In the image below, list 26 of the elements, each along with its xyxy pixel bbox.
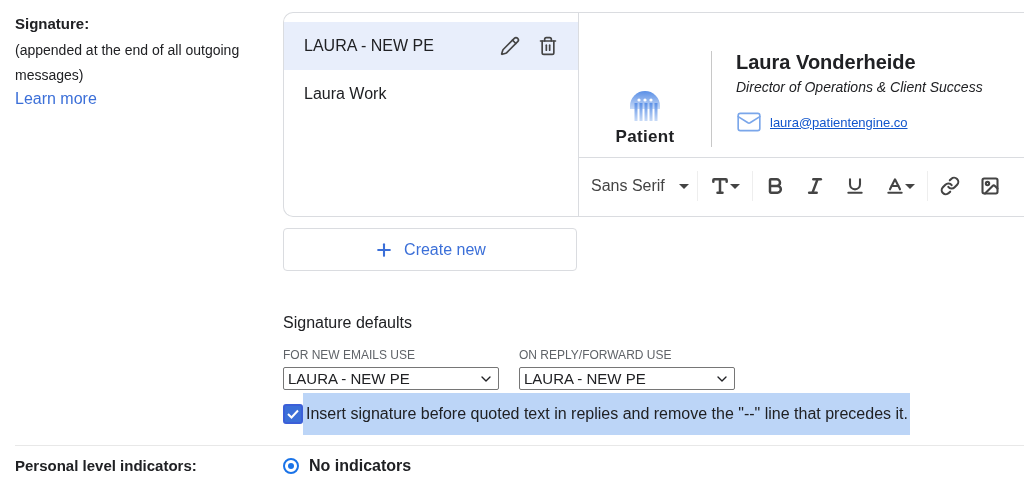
edit-icon[interactable]	[500, 36, 520, 56]
insert-option-label: Insert signature before quoted text in replies and remove the "--" line that precedes it.	[303, 393, 910, 435]
checkmark-icon	[287, 409, 299, 419]
defaults-heading: Signature defaults	[283, 313, 413, 333]
email-link[interactable]: laura@patientengine.co	[770, 114, 908, 130]
learn-more-link[interactable]: Learn more	[15, 88, 97, 110]
signature-select[interactable]: LAURA - NEW PE	[283, 367, 499, 390]
caret-icon	[678, 183, 689, 189]
signature-title: Director of Operations & Client Success	[736, 78, 983, 97]
section-label: Signature:	[15, 14, 91, 34]
trash-icon[interactable]	[538, 36, 558, 56]
section-label: Personal level indicators:	[15, 456, 198, 476]
indicator-radio[interactable]	[283, 458, 299, 474]
signature-item[interactable]: LAURA - NEW PE	[284, 22, 578, 70]
select-label: ON REPLY/FORWARD USE	[519, 347, 673, 363]
font-select[interactable]: Sans Serif	[591, 171, 698, 201]
logo-icon	[628, 89, 662, 123]
signature-item[interactable]: Laura Work	[284, 70, 578, 118]
logo-text: Patient	[615, 127, 675, 147]
signature-select[interactable]: LAURA - NEW PE	[519, 367, 735, 390]
create-new-button[interactable]: Create new	[283, 228, 577, 271]
signature-name: Laura Vonderheide	[736, 50, 917, 75]
section-description: (appended at the end of all outgoing messages)	[15, 41, 241, 85]
insert-checkbox[interactable]	[283, 404, 303, 424]
select-label: FOR NEW EMAILS USE	[283, 347, 417, 363]
radio-label: No indicators	[309, 457, 412, 475]
